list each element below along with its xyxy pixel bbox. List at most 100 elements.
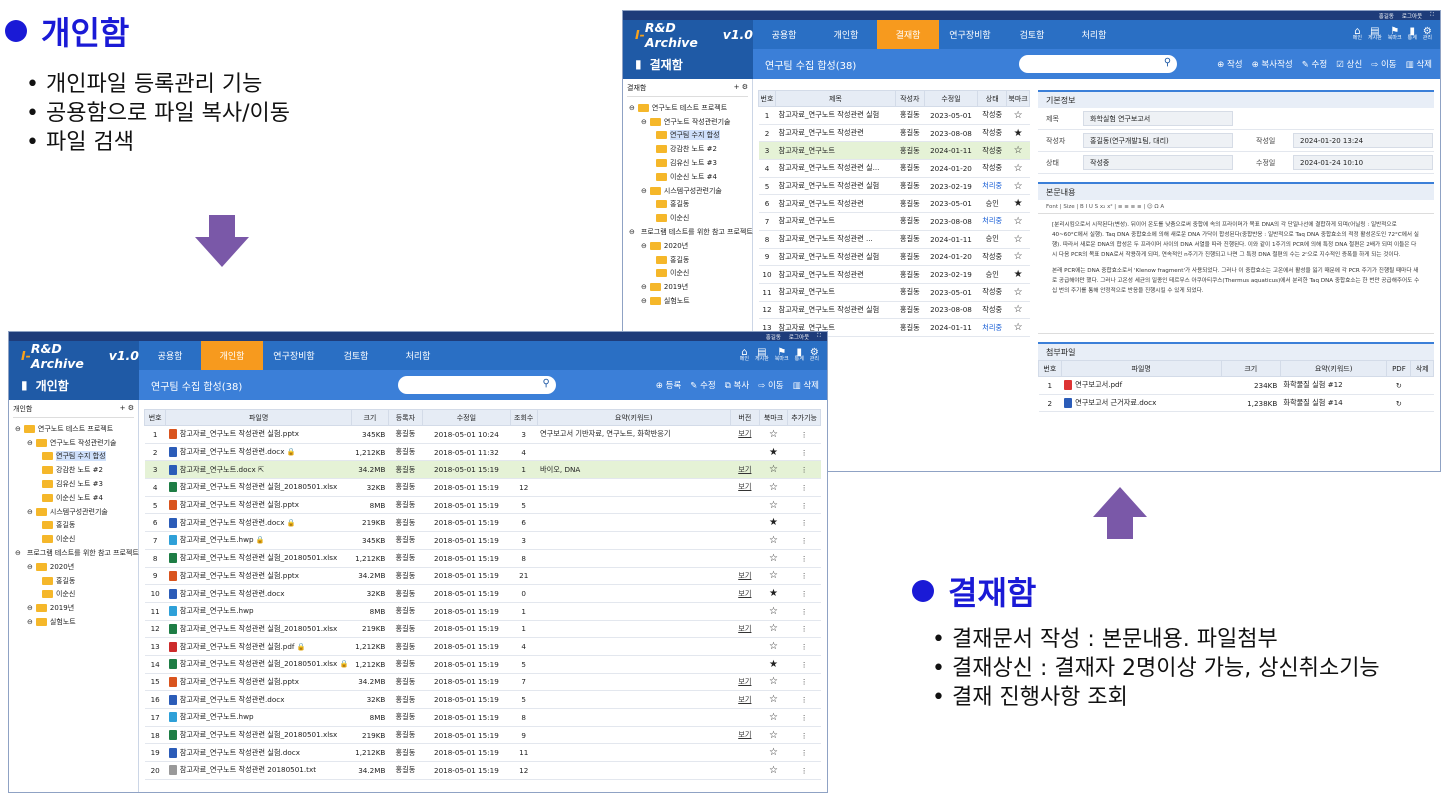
nav-tab-연구장비함[interactable]: 연구장비함 — [263, 341, 325, 370]
table-row[interactable]: 1 참고자료_연구노트 작성관련 실험 홍길동 2023-05-01 작성중 ☆ — [758, 106, 1030, 125]
bookmark-star-icon[interactable]: ★ — [759, 513, 788, 533]
expand-icon[interactable]: ⊖ — [641, 118, 647, 126]
bookmark-star-icon[interactable]: ☆ — [759, 743, 788, 763]
tree-node[interactable]: ⊖ 연구노트 작성관련기술 — [13, 436, 134, 450]
nav-tab-공용함[interactable]: 공용함 — [753, 20, 815, 49]
table-row[interactable]: 15 참고자료_연구노트 작성관련 실험.pptx 34.2MB 홍길동 2018-05… — [144, 673, 821, 692]
body-editor[interactable]: [분리시킴으로서 시작된다(변성). 뒤이어 온도를 낮춤으로써 중합에 속의 … — [1038, 214, 1434, 334]
tree-node[interactable]: ⊖ 2020년 — [13, 560, 134, 574]
table-row[interactable]: 20 참고자료_연구노트 작성관련 20180501.txt 34.2MB 홍길동 20… — [144, 761, 821, 780]
nav-stats[interactable]: ▮ 통계 — [795, 347, 804, 363]
file-name-cell[interactable]: 참고자료_연구노트 작성관련 실험.pptx — [165, 425, 352, 444]
nav-stats[interactable]: ▮ 통계 — [1408, 26, 1417, 42]
file-name[interactable]: 참고자료_연구노트 작성관련 실험.pptx — [180, 500, 299, 509]
bookmark-star-icon[interactable]: ★ — [1006, 124, 1030, 143]
tree-node[interactable]: 이순신 — [13, 532, 134, 546]
column-header[interactable]: 조회수 — [509, 409, 538, 426]
bookmark-star-icon[interactable]: ☆ — [759, 673, 788, 692]
table-row[interactable]: 9 참고자료_연구노트 작성관련 실험.pptx 34.2MB 홍길동 2018-05-… — [144, 567, 821, 586]
bookmark-star-icon[interactable]: ☆ — [1006, 283, 1030, 302]
tree-node[interactable]: 이순신 — [13, 588, 134, 602]
table-row[interactable]: 16 참고자료_연구노트 작성관련.docx 32KB 홍길동 2018-05-01 1… — [144, 690, 821, 709]
version-link[interactable]: 보기 — [730, 690, 760, 709]
table-row[interactable]: 17 참고자료_연구노트.hwp 8MB 홍길동 2018-05-01 15:19 8 ☆ ⋮ — [144, 708, 821, 727]
bookmark-star-icon[interactable]: ☆ — [1006, 159, 1030, 178]
more-menu-icon[interactable]: ⋮ — [787, 478, 821, 497]
version-link[interactable]: 보기 — [730, 425, 760, 444]
bookmark-star-icon[interactable]: ★ — [759, 584, 788, 603]
file-name-cell[interactable]: 참고자료_연구노트 작성관련.docx — [165, 584, 352, 603]
bookmark-star-icon[interactable]: ☆ — [1006, 230, 1030, 249]
title-field[interactable]: 화학실험 연구보고서 — [1083, 111, 1233, 126]
file-name[interactable]: 참고자료_연구노트 작성관련 실험.pptx — [180, 571, 299, 580]
column-header[interactable]: 추가기능 — [787, 409, 821, 426]
file-name[interactable]: 참고자료_연구노트 작성관련 실험_20180501.xlsx — [180, 659, 337, 668]
bookmark-star-icon[interactable]: ☆ — [759, 602, 788, 621]
tree-node[interactable]: 김유신 노트 #3 — [13, 477, 134, 491]
table-row[interactable]: 10 참고자료_연구노트 작성관련.docx 32KB 홍길동 2018-05-01 1… — [144, 584, 821, 603]
expand-icon[interactable]: ⊖ — [629, 104, 635, 112]
bookmark-star-icon[interactable]: ★ — [1006, 194, 1030, 214]
file-name-cell[interactable]: 참고자료_연구노트 작성관련 실험_20180501.xlsx — [165, 620, 352, 639]
version-link[interactable] — [730, 761, 760, 780]
fullscreen-icon[interactable]: ⛶ — [817, 333, 821, 340]
bookmark-star-icon[interactable]: ☆ — [759, 531, 788, 550]
toolbar-복사[interactable]: ⧉ 복사 — [725, 379, 749, 391]
column-header[interactable]: 북마크 — [1006, 90, 1030, 107]
file-name[interactable]: 참고자료_연구노트 작성관련.docx — [180, 447, 285, 456]
tree-node[interactable]: 홍길동 — [13, 519, 134, 533]
version-link[interactable]: 보기 — [730, 584, 760, 603]
column-header[interactable]: 상태 — [977, 90, 1008, 107]
table-row[interactable]: 2 참고자료_연구노트 작성관련 홍길동 2023-08-08 작성중 ★ — [758, 124, 1030, 143]
table-row[interactable]: 5 참고자료_연구노트 작성관련 실험 홍길동 2023-02-19 처리중 ☆ — [758, 177, 1030, 196]
column-header[interactable]: 제목 — [774, 90, 896, 107]
table-row[interactable]: 3 참고자료_연구노트 홍길동 2024-01-11 작성중 ☆ — [758, 141, 1030, 161]
file-name[interactable]: 참고자료_연구노트.docx — [180, 465, 256, 474]
tree-node[interactable]: ⊖ 2019년 — [627, 280, 748, 294]
attachment-name[interactable]: 연구보고서 근거자료.docx — [1061, 394, 1222, 413]
file-name-cell[interactable]: 참고자료_연구노트 작성관련 실험.pptx — [165, 567, 352, 586]
toolbar-이동[interactable]: ⇨ 이동 — [1371, 58, 1396, 70]
file-name-cell[interactable]: 참고자료_연구노트 작성관련 20180501.txt — [165, 761, 352, 780]
fullscreen-icon[interactable]: ⛶ — [1430, 12, 1434, 19]
row-title[interactable]: 참고자료_연구노트 작성관련 실... — [775, 159, 896, 178]
file-name-cell[interactable]: 참고자료_연구노트.hwp 🔒 — [165, 531, 352, 550]
app-logo[interactable]: I- R&D Archive v1.0 — [623, 20, 753, 50]
toolbar-수정[interactable]: ✎ 수정 — [1302, 58, 1327, 70]
search-input[interactable]: ⚲ — [1019, 55, 1178, 73]
file-name[interactable]: 참고자료_연구노트 작성관련 실험_20180501.xlsx — [180, 482, 337, 491]
bookmark-star-icon[interactable]: ☆ — [759, 708, 788, 727]
row-title[interactable]: 참고자료_연구노트 작성관련 — [775, 194, 896, 214]
tree-node[interactable]: 이순신 노트 #4 — [627, 170, 748, 184]
file-name[interactable]: 참고자료_연구노트 작성관련 실험.pptx — [180, 429, 299, 438]
row-title[interactable]: 참고자료_연구노트 — [775, 283, 896, 302]
more-menu-icon[interactable]: ⋮ — [787, 584, 821, 603]
file-name[interactable]: 참고자료_연구노트.hwp — [180, 712, 254, 721]
table-row[interactable]: 7 참고자료_연구노트 홍길동 2023-08-08 처리중 ☆ — [758, 212, 1030, 231]
more-menu-icon[interactable]: ⋮ — [787, 513, 821, 533]
tree-node[interactable]: 김유신 노트 #3 — [627, 156, 748, 170]
file-name[interactable]: 참고자료_연구노트 작성관련.docx — [180, 695, 285, 704]
nav-tab-검토함[interactable]: 검토함 — [325, 341, 387, 370]
table-row[interactable]: 11 참고자료_연구노트 홍길동 2023-05-01 작성중 ☆ — [758, 283, 1030, 302]
file-name[interactable]: 참고자료_연구노트 작성관련.docx — [180, 589, 285, 598]
table-row[interactable]: 7 참고자료_연구노트.hwp 🔒 345KB 홍길동 2018-05-01 15:19… — [144, 531, 821, 550]
nav-tab-처리함[interactable]: 처리함 — [1063, 20, 1125, 49]
toolbar-수정[interactable]: ✎ 수정 — [690, 379, 715, 391]
nav-home[interactable]: ⌂ 메인 — [1353, 26, 1362, 42]
attachment-row[interactable]: 2 연구보고서 근거자료.docx 1,238KB 화학물질 실험 #14 ↻ — [1038, 394, 1434, 413]
table-row[interactable]: 11 참고자료_연구노트.hwp 8MB 홍길동 2018-05-01 15:19 1 ☆ ⋮ — [144, 602, 821, 621]
toolbar-삭제[interactable]: ▥ 삭제 — [1406, 58, 1432, 70]
version-link[interactable] — [730, 655, 760, 674]
column-header[interactable]: 번호 — [143, 409, 167, 426]
file-name-cell[interactable]: 참고자료_연구노트 작성관련.docx — [165, 690, 352, 709]
file-name[interactable]: 참고자료_연구노트 작성관련 실험_20180501.xlsx — [180, 730, 337, 739]
version-link[interactable]: 보기 — [730, 673, 760, 692]
file-name-cell[interactable]: 참고자료_연구노트 작성관련 실험.pptx — [165, 496, 352, 515]
tree-node[interactable]: 홍길동 — [627, 253, 748, 267]
table-row[interactable]: 8 참고자료_연구노트 작성관련 실험_20180501.xlsx 1,212KB 홍… — [144, 549, 821, 568]
editor-toolbar[interactable]: Font | Size | B I U S x₂ x² | ≡ ≡ ≡ ≡ | … — [1038, 200, 1434, 214]
row-title[interactable]: 참고자료_연구노트 작성관련 실험 — [775, 177, 896, 196]
share-icon[interactable]: ⇱ — [256, 465, 264, 474]
file-name[interactable]: 참고자료_연구노트.hwp — [180, 535, 254, 544]
